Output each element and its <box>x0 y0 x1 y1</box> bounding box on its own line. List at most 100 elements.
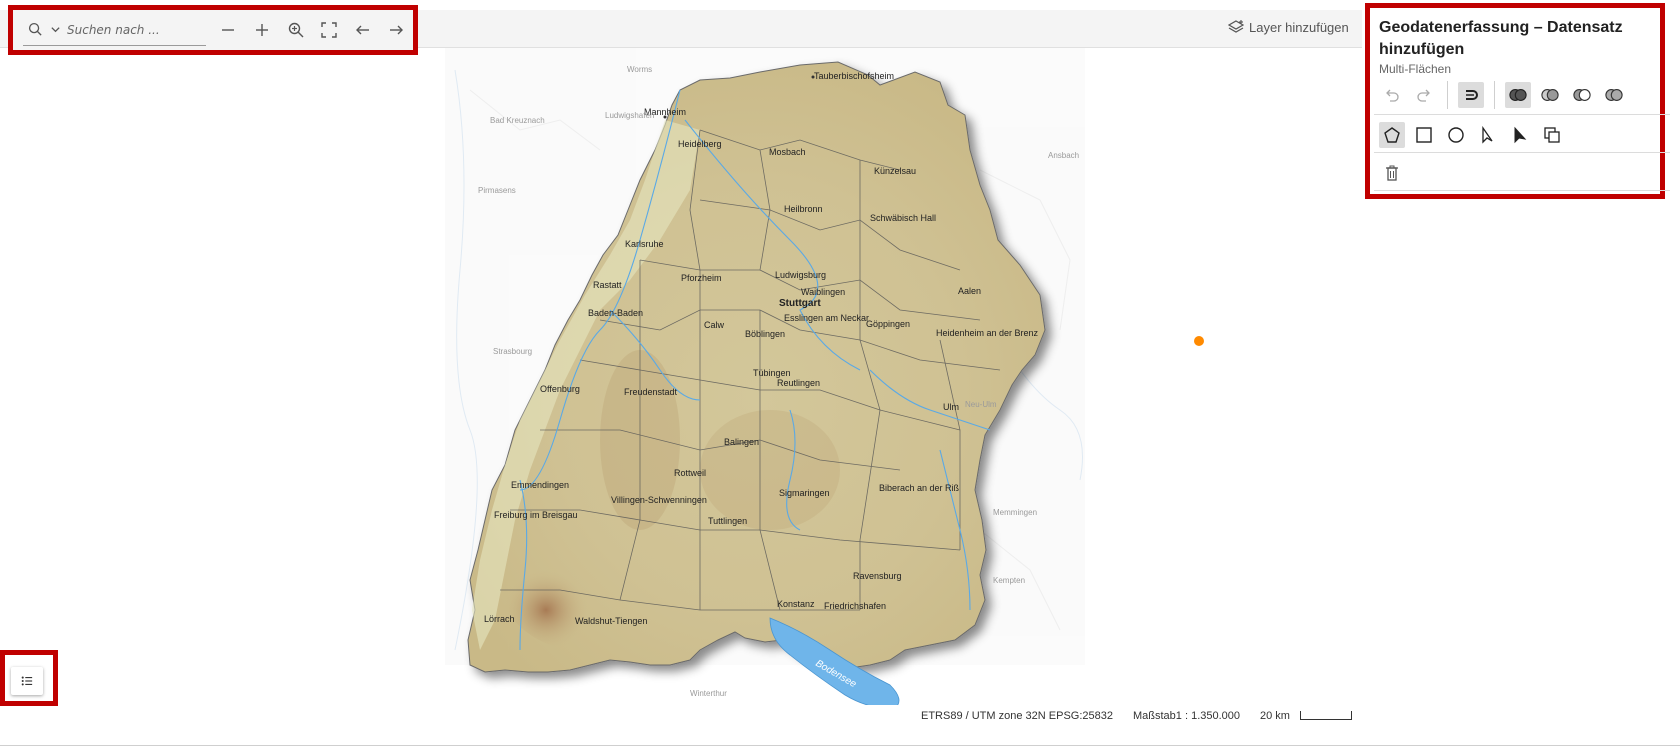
snapping-button[interactable] <box>1458 82 1484 108</box>
zoom-out-button[interactable] <box>212 13 246 47</box>
zoom-in-button[interactable] <box>245 13 279 47</box>
search-input[interactable] <box>67 22 197 37</box>
scalebar-label: 20 km <box>1260 710 1290 722</box>
city-label: Freiburg im Breisgau <box>494 510 578 520</box>
city-label: Reutlingen <box>777 378 820 388</box>
trash-icon <box>1386 165 1398 181</box>
edit-toolbar-row <box>1379 81 1627 109</box>
separator <box>1447 81 1448 109</box>
redo-icon <box>1417 89 1430 102</box>
city-label: Lörrach <box>484 614 515 624</box>
city-label: Aalen <box>958 286 981 296</box>
rectangle-icon <box>1416 127 1432 143</box>
bottom-divider <box>0 745 1680 746</box>
outside-label: Neu-Ulm <box>965 400 997 409</box>
outside-label: Winterthur <box>690 689 727 698</box>
separator <box>1494 81 1495 109</box>
draw-rectangle-button[interactable] <box>1411 122 1437 148</box>
outside-label: Ansbach <box>1048 151 1079 160</box>
city-label: Offenburg <box>540 384 580 394</box>
zoom-to-extent-button[interactable] <box>279 13 313 47</box>
city-label: Waiblingen <box>801 287 845 297</box>
scalebar <box>1300 711 1352 720</box>
city-label: Ludwigsburg <box>775 270 826 280</box>
city-label: Rastatt <box>593 280 622 290</box>
panel-subtitle: Multi-Flächen <box>1379 62 1452 76</box>
search-icon[interactable] <box>27 22 43 38</box>
difference-icon <box>1573 89 1591 101</box>
map-canvas[interactable]: Bodensee Tauberbischofsheim Mannheim Hei… <box>0 10 1362 705</box>
scale-label: Maßstab1 : 1.350.000 <box>1133 710 1241 722</box>
list-icon <box>21 676 33 686</box>
outside-label: Memmingen <box>993 508 1037 517</box>
cursor-filled-icon <box>1514 126 1527 144</box>
city-label: Ravensburg <box>853 571 902 581</box>
city-label: Emmendingen <box>511 480 569 490</box>
chevron-down-icon[interactable] <box>47 22 63 38</box>
city-label: Böblingen <box>745 329 785 339</box>
city-label: Tuttlingen <box>708 516 747 526</box>
city-label: Esslingen am Neckar <box>784 313 869 323</box>
undo-icon <box>1386 89 1399 102</box>
outside-label: Strasbourg <box>493 347 532 356</box>
city-label: Heidelberg <box>678 139 722 149</box>
data-capture-panel: Geodatenerfassung – Datensatz hinzufügen… <box>1365 3 1670 199</box>
arrow-right-icon <box>390 25 404 35</box>
outside-label: Pirmasens <box>478 186 516 195</box>
intersect-button[interactable] <box>1537 82 1563 108</box>
city-label: Biberach an der Riß <box>879 483 960 493</box>
polygon-icon <box>1384 127 1400 143</box>
delete-toolbar-row <box>1379 160 1405 186</box>
duplicate-button[interactable] <box>1539 122 1565 148</box>
city-label: Göppingen <box>866 319 910 329</box>
city-label: Baden-Baden <box>588 308 643 318</box>
map-marker[interactable] <box>1194 336 1204 346</box>
draw-circle-button[interactable] <box>1443 122 1469 148</box>
map-svg[interactable]: Bodensee Tauberbischofsheim Mannheim Hei… <box>0 10 1362 705</box>
fullscreen-button[interactable] <box>312 13 346 47</box>
symmetric-difference-button[interactable] <box>1601 82 1627 108</box>
city-label: Künzelsau <box>874 166 916 176</box>
cursor-outline-icon <box>1482 126 1493 144</box>
city-label: Tauberbischofsheim <box>814 71 894 81</box>
plus-icon <box>256 24 268 36</box>
add-layer-button[interactable]: Layer hinzufügen <box>1228 19 1349 35</box>
circle-icon <box>1448 127 1464 143</box>
city-label: Schwäbisch Hall <box>870 213 936 223</box>
add-layer-label: Layer hinzufügen <box>1249 19 1349 35</box>
forward-button[interactable] <box>379 13 413 47</box>
intersect-icon <box>1541 89 1559 101</box>
projection-label: ETRS89 / UTM zone 32N EPSG:25832 <box>921 710 1113 722</box>
back-button[interactable] <box>346 13 380 47</box>
legend-toggle-area <box>0 650 58 706</box>
outside-label: Worms <box>627 65 652 74</box>
panel-divider <box>1374 114 1670 115</box>
search-field[interactable] <box>23 14 206 46</box>
legend-button[interactable] <box>11 667 43 695</box>
city-label: Balingen <box>724 437 759 447</box>
duplicate-icon <box>1544 127 1560 143</box>
modify-button[interactable] <box>1507 122 1533 148</box>
fullscreen-icon <box>321 22 337 38</box>
minus-icon <box>222 29 235 31</box>
union-button[interactable] <box>1505 82 1531 108</box>
city-label: Ulm <box>943 402 959 412</box>
difference-button[interactable] <box>1569 82 1595 108</box>
city-label: Heilbronn <box>784 204 823 214</box>
city-label: Friedrichshafen <box>824 601 886 611</box>
layers-add-icon <box>1228 20 1244 33</box>
city-label: Waldshut-Tiengen <box>575 616 647 626</box>
redo-button[interactable] <box>1411 82 1437 108</box>
panel-title: Geodatenerfassung – Datensatz hinzufügen <box>1379 19 1623 58</box>
zoom-magnifier-icon <box>288 22 304 38</box>
city-label: Tübingen <box>753 368 791 378</box>
select-button[interactable] <box>1475 122 1501 148</box>
draw-polygon-button[interactable] <box>1379 122 1405 148</box>
city-label: Rottweil <box>674 468 706 478</box>
undo-button[interactable] <box>1379 82 1405 108</box>
city-label: Konstanz <box>777 599 815 609</box>
union-icon <box>1509 89 1527 101</box>
city-label: Stuttgart <box>779 298 821 309</box>
snapping-icon <box>1466 90 1478 100</box>
delete-button[interactable] <box>1379 160 1405 186</box>
